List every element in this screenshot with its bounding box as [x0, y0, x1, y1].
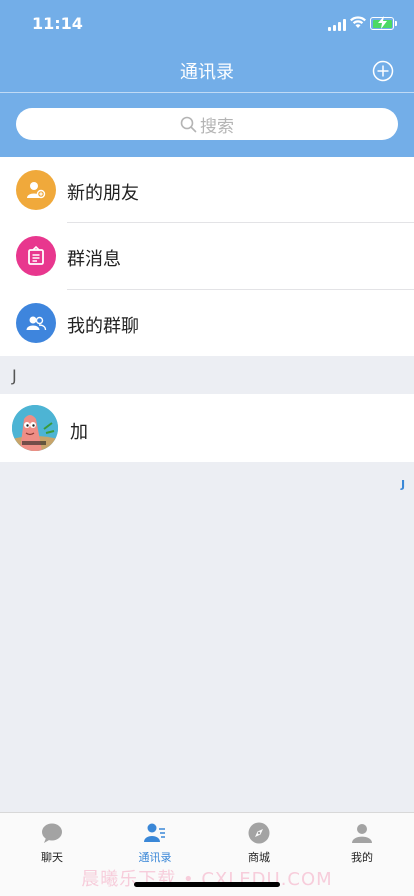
avatar: [12, 405, 58, 451]
tab-mall[interactable]: 商城: [219, 821, 299, 865]
header: 11:14 通讯录 搜索: [0, 0, 414, 157]
chat-icon: [42, 823, 62, 843]
section-header: J: [0, 356, 414, 394]
tab-contacts[interactable]: 通讯录: [115, 821, 195, 865]
tab-label: 商城: [248, 851, 270, 864]
plus-circle-icon[interactable]: [372, 60, 394, 82]
contact-row[interactable]: 加: [0, 394, 414, 462]
status-time: 11:14: [32, 14, 83, 33]
menu-item-new-friends[interactable]: 新的朋友: [0, 157, 414, 223]
contacts-icon: [144, 823, 165, 842]
tab-me[interactable]: 我的: [322, 821, 402, 865]
contacts-menu: 新的朋友 群消息 我的群聊: [0, 157, 414, 356]
section-letter: J: [12, 366, 17, 385]
search-placeholder: 搜索: [200, 116, 234, 137]
tab-chat[interactable]: 聊天: [12, 821, 92, 865]
menu-item-my-groups[interactable]: 我的群聊: [0, 290, 414, 356]
menu-item-label: 我的群聊: [67, 316, 139, 337]
group-message-icon: [16, 236, 56, 276]
tab-label: 通讯录: [138, 851, 172, 864]
watermark-text: 晨曦乐下载 • CXLEDU.COM: [81, 869, 333, 890]
battery-icon: [370, 16, 397, 30]
home-indicator: [134, 882, 280, 887]
status-bar: 11:14: [0, 0, 414, 48]
signal-icon: [328, 19, 346, 31]
header-divider: [0, 92, 414, 93]
search-input[interactable]: 搜索: [16, 108, 398, 140]
menu-item-group-messages[interactable]: 群消息: [0, 223, 414, 289]
page-title: 通讯录: [180, 62, 234, 83]
menu-item-label: 群消息: [67, 249, 121, 270]
alphabet-index-j[interactable]: J: [401, 478, 405, 491]
tab-label: 我的: [351, 851, 373, 864]
compass-icon: [248, 822, 270, 844]
group-chat-icon: [16, 303, 56, 343]
menu-item-label: 新的朋友: [67, 183, 139, 204]
profile-icon: [352, 824, 372, 843]
new-friend-icon: [16, 170, 56, 210]
wifi-icon: [350, 16, 366, 28]
contact-name: 加: [70, 422, 88, 443]
tab-label: 聊天: [41, 851, 63, 864]
search-icon: [180, 116, 197, 132]
